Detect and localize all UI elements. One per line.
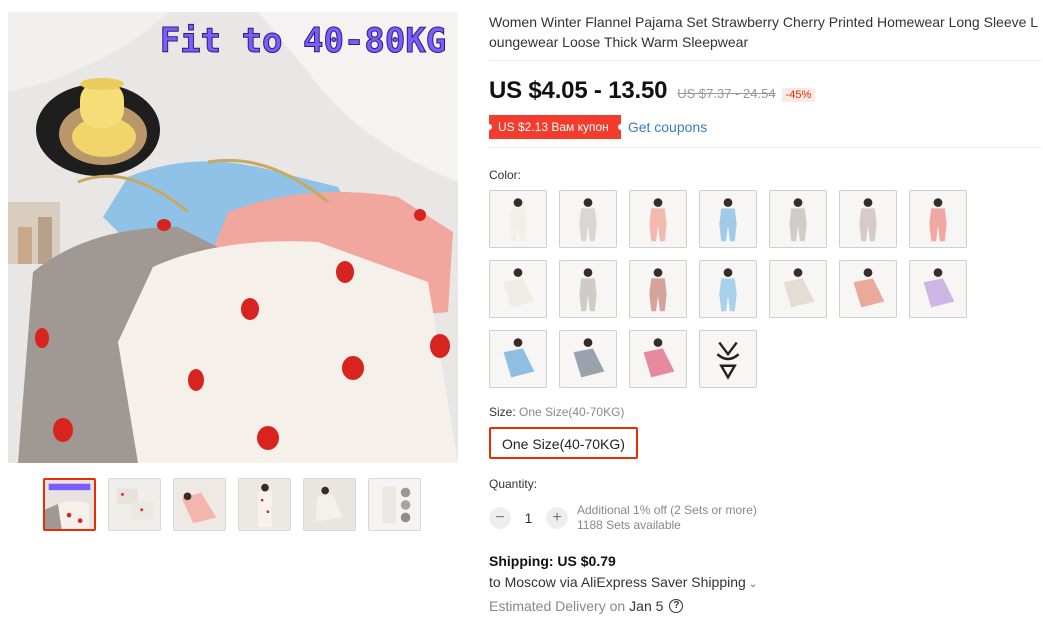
color-swatch-1[interactable]: [489, 190, 547, 248]
color-swatch-14[interactable]: [909, 260, 967, 318]
coupon-divider: [489, 147, 1041, 148]
pajama-grey-figure-icon: [560, 261, 616, 317]
pajama-grey-dots-icon: [770, 191, 826, 247]
color-swatch-18[interactable]: [699, 330, 757, 388]
color-swatch-17[interactable]: [629, 330, 687, 388]
price-row: US $4.05 - 13.50 US $7.37 - 24.54 -45%: [489, 77, 1041, 105]
shipping-destination[interactable]: to Moscow via AliExpress Saver Shipping ⌄: [489, 574, 1041, 590]
pajama-white-print-icon: [490, 191, 546, 247]
color-swatch-10[interactable]: [629, 260, 687, 318]
size-label: Size:: [489, 405, 516, 419]
size-selected-value: One Size(40-70KG): [519, 405, 625, 419]
stock-available-note: 1188 Sets available: [577, 518, 681, 532]
coupon-badge[interactable]: US $2.13 Вам купон: [486, 115, 624, 139]
thumbnail-6[interactable]: [368, 478, 421, 531]
estimated-delivery: Estimated Delivery on Jan 5 ?: [489, 598, 1041, 614]
pajama-rose-icon: [630, 261, 686, 317]
get-coupons-link[interactable]: Get coupons: [628, 119, 707, 135]
original-price: US $7.37 - 24.54: [677, 86, 776, 101]
pajama-blue-print-icon: [700, 191, 756, 247]
pajama-light-blue-icon: [700, 261, 756, 317]
pajama-pink-lying-icon: [630, 331, 686, 387]
thumbnail-strip: [43, 478, 421, 531]
color-swatch-4[interactable]: [699, 190, 757, 248]
thumb-sitting-model-icon: [304, 479, 355, 530]
color-label: Color:: [489, 168, 522, 182]
thumb-pink-model-icon: [174, 479, 225, 530]
pajama-mauve-icon: [840, 191, 896, 247]
size-option-one-size[interactable]: One Size(40-70KG): [489, 427, 638, 459]
color-swatch-13[interactable]: [839, 260, 897, 318]
pajama-salmon-seated-icon: [840, 261, 896, 317]
thumb-white-model-icon: [239, 479, 290, 530]
color-swatch-2[interactable]: [559, 190, 617, 248]
current-price: US $4.05 - 13.50: [489, 77, 668, 104]
title-divider: [489, 60, 1041, 61]
pajama-blue-lying-icon: [490, 331, 546, 387]
quantity-notes: Additional 1% off (2 Sets or more) 1188 …: [577, 503, 757, 533]
quantity-value[interactable]: 1: [511, 510, 546, 526]
fit-weight-overlay-text: Fit to 40-80KG: [160, 21, 447, 61]
pajama-grey-print-icon: [560, 191, 616, 247]
quantity-label: Quantity:: [489, 477, 538, 491]
shipping-destination-text: to Moscow via AliExpress Saver Shipping: [489, 574, 746, 590]
color-swatch-16[interactable]: [559, 330, 617, 388]
thumbnail-4[interactable]: [238, 478, 291, 531]
shipping-cost: Shipping: US $0.79: [489, 553, 616, 569]
quantity-plus-button[interactable]: +: [546, 507, 568, 529]
main-product-image[interactable]: Fit to 40-80KG: [8, 12, 458, 463]
color-swatch-8[interactable]: [489, 260, 547, 318]
pajama-pink-icon: [910, 191, 966, 247]
color-swatch-5[interactable]: [769, 190, 827, 248]
thumbnail-2[interactable]: [108, 478, 161, 531]
color-swatch-9[interactable]: [559, 260, 617, 318]
pajama-photo-illustration: Fit to 40-80KG: [8, 12, 458, 463]
delivery-date: Jan 5: [629, 598, 664, 614]
color-swatch-3[interactable]: [629, 190, 687, 248]
pajama-white-seated-icon: [490, 261, 546, 317]
size-label-row: Size: One Size(40-70KG): [489, 405, 1041, 419]
color-swatch-11[interactable]: [699, 260, 757, 318]
color-swatch-7[interactable]: [909, 190, 967, 248]
pajama-lavender-seated-icon: [910, 261, 966, 317]
color-swatch-6[interactable]: [839, 190, 897, 248]
pajama-pink-print-icon: [630, 191, 686, 247]
thumbnail-3[interactable]: [173, 478, 226, 531]
quantity-stepper: − 1 + Additional 1% off (2 Sets or more)…: [489, 503, 1041, 533]
chevron-down-icon: ⌄: [748, 579, 758, 590]
thumb-folded-set-icon: [109, 479, 160, 530]
delivery-label: Estimated Delivery on: [489, 598, 626, 614]
color-swatch-grid: [489, 190, 989, 388]
thumb-fabric-detail-icon: [369, 479, 420, 530]
thumbnail-5[interactable]: [303, 478, 356, 531]
discount-badge: -45%: [781, 88, 816, 102]
color-swatch-12[interactable]: [769, 260, 827, 318]
product-info-panel: Women Winter Flannel Pajama Set Strawber…: [486, 12, 1041, 614]
thumbnail-1[interactable]: [43, 478, 96, 531]
product-title: Women Winter Flannel Pajama Set Strawber…: [489, 14, 1039, 50]
coupon-row: US $2.13 Вам купон Get coupons: [486, 115, 1041, 139]
pajama-beige-seated-icon: [770, 261, 826, 317]
bulk-discount-note: Additional 1% off (2 Sets or more): [577, 503, 757, 517]
color-swatch-15[interactable]: [489, 330, 547, 388]
lingerie-black-icon: [700, 331, 756, 387]
pajama-grey-lying-icon: [560, 331, 616, 387]
thumb-main-photo-icon: [45, 480, 94, 529]
quantity-minus-button[interactable]: −: [489, 507, 511, 529]
help-icon[interactable]: ?: [669, 599, 684, 613]
